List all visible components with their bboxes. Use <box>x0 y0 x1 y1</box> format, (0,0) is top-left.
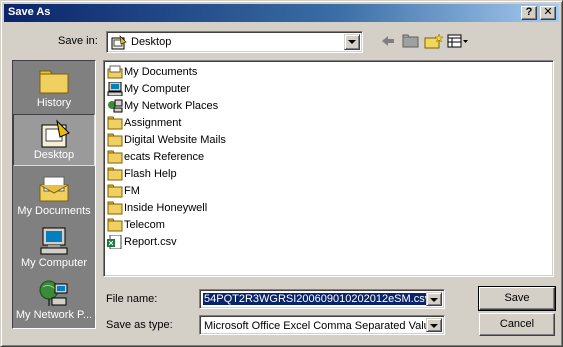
save-as-type-dropdown[interactable]: Microsoft Office Excel Comma Separated V… <box>199 315 445 335</box>
view-menu-icon[interactable] <box>447 33 469 52</box>
list-item-label: Flash Help <box>124 168 177 180</box>
dialog-title: Save As <box>8 6 51 18</box>
list-item-label: My Network Places <box>124 100 219 112</box>
my-computer-icon <box>38 225 70 257</box>
save-as-dialog: Save As ? ✕ Save in: Desktop History Des… <box>0 0 563 347</box>
list-item-label: My Computer <box>124 83 191 95</box>
places-my-documents-label: My Documents <box>17 205 91 217</box>
folder-icon <box>107 150 123 164</box>
my-documents-icon <box>38 173 70 205</box>
desktop-icon <box>111 35 127 54</box>
desktop-icon <box>39 119 71 151</box>
my-network-places-icon <box>38 277 70 309</box>
back-arrow-icon[interactable] <box>380 33 396 52</box>
my-documents-icon <box>107 65 123 79</box>
new-folder-icon[interactable] <box>424 33 444 52</box>
save-as-type-value: Microsoft Office Excel Comma Separated V… <box>204 320 426 332</box>
folder-icon <box>107 167 123 181</box>
list-item-label: ecats Reference <box>124 151 205 163</box>
places-my-network-label: My Network P... <box>15 309 93 321</box>
places-my-computer[interactable]: My Computer <box>13 221 95 273</box>
places-bar: History Desktop My Documents My Computer… <box>12 60 96 329</box>
places-my-documents[interactable]: My Documents <box>13 169 95 221</box>
save-in-dropdown[interactable]: Desktop <box>106 31 363 53</box>
save-button[interactable]: Save <box>478 286 556 311</box>
folder-icon <box>107 201 123 215</box>
folder-icon <box>107 218 123 232</box>
list-item-label: Assignment <box>124 117 182 129</box>
list-item-label: Inside Honeywell <box>124 202 208 214</box>
list-item-label: Report.csv <box>124 236 177 248</box>
list-item-label: Digital Website Mails <box>124 134 226 146</box>
history-icon <box>38 65 70 97</box>
places-desktop[interactable]: Desktop <box>13 114 95 166</box>
save-in-value: Desktop <box>131 36 172 48</box>
list-item-label: FM <box>124 185 140 197</box>
list-item-label: Telecom <box>124 219 165 231</box>
places-my-computer-label: My Computer <box>20 257 88 269</box>
chevron-down-icon[interactable] <box>344 34 360 50</box>
places-desktop-label: Desktop <box>33 149 75 161</box>
folder-icon <box>107 133 123 147</box>
close-button[interactable]: ✕ <box>540 6 556 20</box>
list-item-label: My Documents <box>124 66 198 78</box>
file-name-label: File name: <box>106 293 158 305</box>
folder-icon <box>107 116 123 130</box>
chevron-down-icon[interactable] <box>426 318 442 332</box>
title-bar[interactable]: Save As ? ✕ <box>4 4 559 22</box>
up-folder-icon[interactable] <box>402 33 420 52</box>
chevron-down-icon[interactable] <box>426 292 442 306</box>
file-name-input[interactable]: 54PQT2R3WGRSI200609010202012eSM.csv <box>199 289 445 309</box>
places-my-network[interactable]: My Network P... <box>13 273 95 325</box>
places-history[interactable]: History <box>13 61 95 113</box>
network-places-icon <box>107 99 123 113</box>
cancel-button[interactable]: Cancel <box>479 313 555 336</box>
file-name-value[interactable]: 54PQT2R3WGRSI200609010202012eSM.csv <box>203 293 426 305</box>
save-as-type-label: Save as type: <box>106 319 173 331</box>
excel-csv-icon <box>107 234 123 250</box>
places-history-label: History <box>36 97 72 109</box>
file-list[interactable]: My Documents My Computer My Network Plac… <box>103 60 554 277</box>
save-in-label: Save in: <box>58 35 98 47</box>
help-button[interactable]: ? <box>521 6 537 20</box>
folder-icon <box>107 184 123 198</box>
my-computer-icon <box>107 81 123 97</box>
